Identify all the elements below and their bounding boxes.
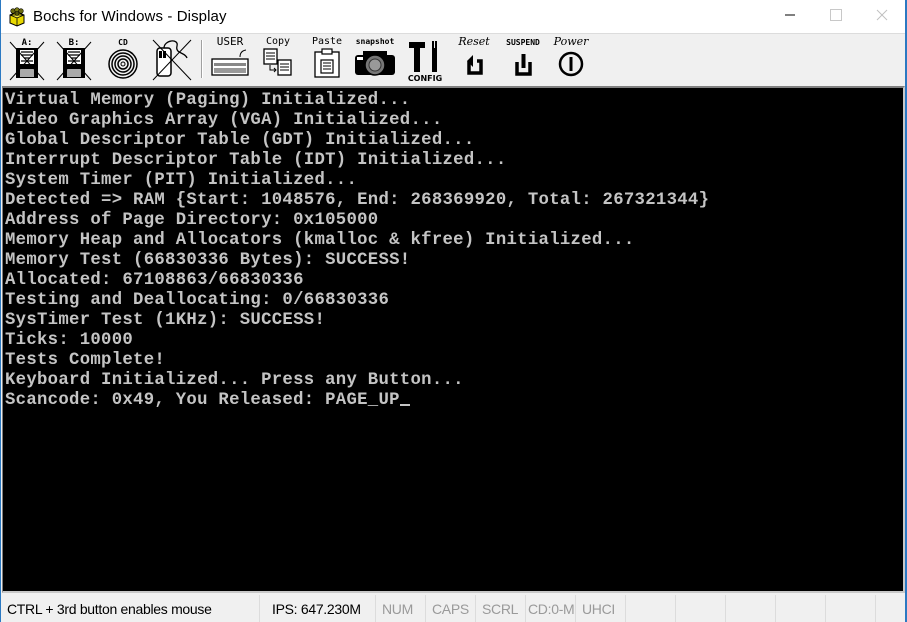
status-num: NUM <box>376 595 426 622</box>
bochs-app-icon <box>7 6 27 27</box>
mouse-icon <box>152 39 192 81</box>
text-cursor <box>399 404 410 406</box>
suspend-icon <box>515 54 532 76</box>
window-controls <box>767 0 905 33</box>
vga-display[interactable]: Virtual Memory (Paging) Initialized... Vi… <box>2 86 905 593</box>
console-line-text: System Timer (PIT) Initialized... <box>5 171 358 190</box>
console-line-text: Testing and Deallocating: 0/66830336 <box>5 291 390 310</box>
console-line: Address of Page Directory: 0x105000 <box>5 211 903 231</box>
mouse-capture-button[interactable] <box>151 36 195 84</box>
suspend-button[interactable]: SUSPEND <box>501 36 545 84</box>
console-line: Allocated: 67108863/66830336 <box>5 271 903 291</box>
reset-icon <box>467 55 483 75</box>
power-label: Power <box>553 35 589 48</box>
console-line-text: Ticks: 10000 <box>5 331 134 350</box>
status-cd: CD:0-M <box>526 595 576 622</box>
console-line-text: Allocated: 67108863/66830336 <box>5 271 304 290</box>
console-line: Scancode: 0x49, You Released: PAGE_UP <box>5 391 903 411</box>
status-cd-text: CD:0-M <box>528 600 575 617</box>
status-scrl: SCRL <box>476 595 526 622</box>
console-line-text: Video Graphics Array (VGA) Initialized..… <box>5 111 443 130</box>
config-button[interactable]: CONFIG <box>405 36 445 84</box>
camera-icon <box>355 51 395 76</box>
user-label: USER <box>216 35 244 48</box>
status-empty-1 <box>626 595 676 622</box>
copy-icon <box>263 48 292 76</box>
floppy-disk-icon: B: <box>56 38 92 81</box>
maximize-icon <box>830 8 842 26</box>
console-line-text: Scancode: 0x49, You Released: PAGE_UP <box>5 391 400 410</box>
status-empty-6 <box>876 595 905 622</box>
floppy-disk-icon: A: <box>9 38 45 81</box>
status-message: CTRL + 3rd button enables mouse <box>1 595 260 622</box>
close-icon <box>876 8 888 26</box>
status-empty-5 <box>826 595 876 622</box>
copy-label: Copy <box>265 36 291 47</box>
console-line: SysTimer Test (1KHz): SUCCESS! <box>5 311 903 331</box>
console-line: Global Descriptor Table (GDT) Initialize… <box>5 131 903 151</box>
cdrom-button[interactable]: CD <box>105 36 141 84</box>
console-line: Keyboard Initialized... Press any Button… <box>5 371 903 391</box>
console-line: Virtual Memory (Paging) Initialized... <box>5 91 903 111</box>
paste-label: Paste <box>311 36 343 47</box>
status-empty-4 <box>776 595 826 622</box>
console-line-text: Global Descriptor Table (GDT) Initialize… <box>5 131 475 150</box>
status-uhci: UHCI <box>576 595 626 622</box>
console-line: Video Graphics Array (VGA) Initialized..… <box>5 111 903 131</box>
console-line: Memory Test (66830336 Bytes): SUCCESS! <box>5 251 903 271</box>
paste-icon <box>314 48 340 78</box>
cd-icon: CD <box>108 38 138 79</box>
console-line: Interrupt Descriptor Table (IDT) Initial… <box>5 151 903 171</box>
status-caps: CAPS <box>426 595 476 622</box>
console-line: Tests Complete! <box>5 351 903 371</box>
power-button[interactable]: Power <box>549 36 593 84</box>
bochs-window: Bochs for Windows - Display A: B: CD USE… <box>0 0 907 622</box>
console-line-text: Memory Heap and Allocators (kmalloc & kf… <box>5 231 635 250</box>
status-bar: CTRL + 3rd button enables mouse IPS: 647… <box>1 595 905 622</box>
console-output: Virtual Memory (Paging) Initialized... Vi… <box>5 91 903 591</box>
console-line: Testing and Deallocating: 0/66830336 <box>5 291 903 311</box>
console-line-text: Virtual Memory (Paging) Initialized... <box>5 91 411 110</box>
snapshot-button[interactable]: snapshot <box>353 36 397 84</box>
copy-button[interactable]: Copy <box>261 36 295 84</box>
maximize-button[interactable] <box>813 0 859 33</box>
console-line-text: Memory Test (66830336 Bytes): SUCCESS! <box>5 251 411 270</box>
console-line: Memory Heap and Allocators (kmalloc & kf… <box>5 231 903 251</box>
toolbar-separator <box>201 40 203 78</box>
console-line-text: SysTimer Test (1KHz): SUCCESS! <box>5 311 326 330</box>
reset-label: Reset <box>458 35 490 48</box>
console-line: System Timer (PIT) Initialized... <box>5 171 903 191</box>
floppy-b-label: B: <box>69 38 80 48</box>
floppy-a-button[interactable]: A: <box>8 36 46 84</box>
snapshot-label: snapshot <box>355 37 395 46</box>
console-line-text: Tests Complete! <box>5 351 166 370</box>
cdrom-label: CD <box>118 38 128 47</box>
keyboard-icon <box>211 49 249 76</box>
console-line: Ticks: 10000 <box>5 331 903 351</box>
user-button[interactable]: USER <box>209 36 251 84</box>
console-line-text: Interrupt Descriptor Table (IDT) Initial… <box>5 151 507 170</box>
console-line: Detected => RAM {Start: 1048576, End: 26… <box>5 191 903 211</box>
console-line-text: Detected => RAM {Start: 1048576, End: 26… <box>5 191 710 210</box>
paste-button[interactable]: Paste <box>309 36 345 84</box>
minimize-button[interactable] <box>767 0 813 33</box>
minimize-icon <box>784 8 796 26</box>
toolbar: A: B: CD USER Copy Paste snapshot CONFIG… <box>1 33 905 86</box>
floppy-b-button[interactable]: B: <box>55 36 93 84</box>
status-ips: IPS: 647.230M <box>260 595 376 622</box>
config-label: CONFIG <box>408 74 442 82</box>
floppy-a-label: A: <box>22 38 33 48</box>
suspend-label: SUSPEND <box>506 38 540 47</box>
status-empty-2 <box>676 595 726 622</box>
title-bar[interactable]: Bochs for Windows - Display <box>1 0 905 33</box>
power-icon <box>558 51 584 77</box>
reset-button[interactable]: Reset <box>453 36 495 84</box>
console-line-text: Address of Page Directory: 0x105000 <box>5 211 379 230</box>
window-title: Bochs for Windows - Display <box>33 8 227 25</box>
status-empty-3 <box>726 595 776 622</box>
tools-icon: CONFIG <box>408 41 442 82</box>
close-button[interactable] <box>859 0 905 33</box>
console-line-text: Keyboard Initialized... Press any Button… <box>5 371 464 390</box>
